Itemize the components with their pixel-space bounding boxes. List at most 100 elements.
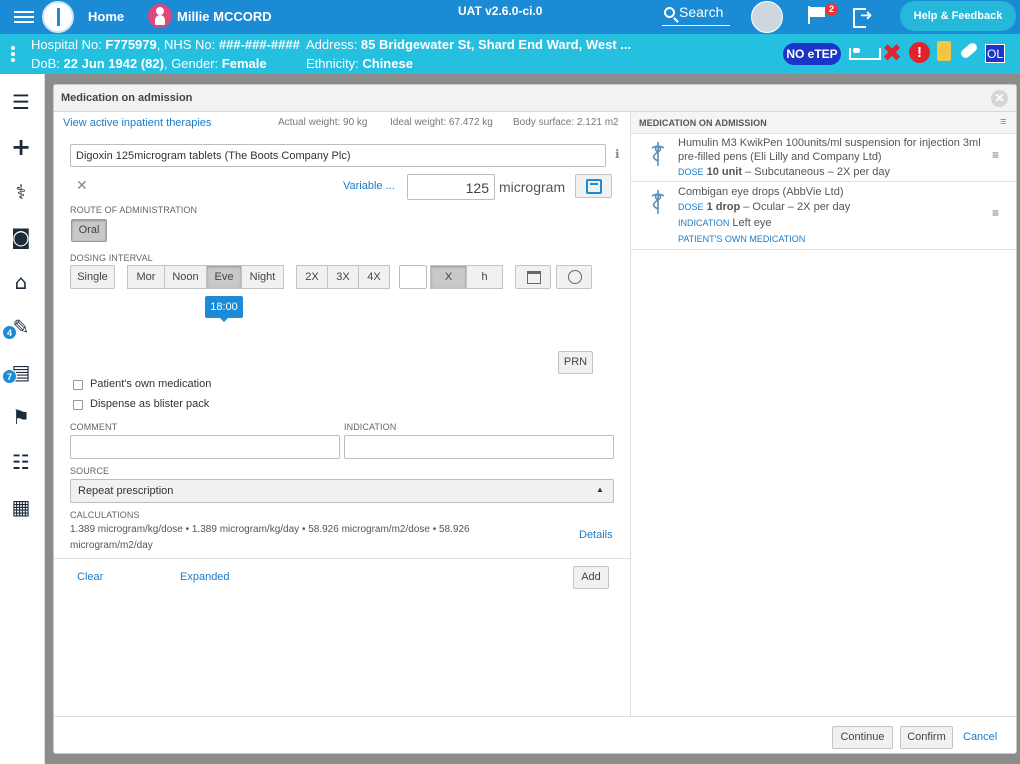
caduceus-icon bbox=[651, 142, 665, 166]
clear-drug-icon[interactable]: ✕ bbox=[76, 177, 88, 194]
home-link[interactable]: Home bbox=[88, 9, 124, 24]
ethnicity-line: Ethnicity: Chinese bbox=[306, 56, 413, 71]
discharge-icon[interactable]: ⚑ bbox=[8, 405, 34, 429]
source-select[interactable]: Repeat prescription ▲ bbox=[70, 479, 614, 503]
interval-x-button[interactable]: X bbox=[430, 265, 466, 289]
drag-handle-icon[interactable]: ≡ bbox=[992, 206, 999, 220]
prescribing-form: View active inpatient therapies Actual w… bbox=[54, 112, 630, 716]
alert-icon[interactable]: ! bbox=[909, 42, 930, 63]
patients-own-label: Patient's own medication bbox=[90, 378, 212, 390]
stethoscope-icon[interactable]: ⚕ bbox=[8, 180, 34, 204]
more-vertical-icon[interactable] bbox=[11, 46, 15, 64]
blister-pack-checkbox[interactable] bbox=[73, 400, 83, 410]
hamburger-menu-icon[interactable] bbox=[14, 8, 34, 26]
no-etep-badge[interactable]: NO eTEP bbox=[783, 43, 841, 65]
camera-icon[interactable]: ◙ bbox=[8, 225, 34, 249]
user-avatar[interactable] bbox=[751, 1, 783, 33]
flag-icon[interactable] bbox=[808, 6, 826, 24]
confirm-button[interactable]: Confirm bbox=[900, 726, 953, 749]
morning-button[interactable]: Mor bbox=[127, 265, 164, 289]
calculator-icon bbox=[586, 179, 602, 194]
calculator-button[interactable] bbox=[575, 174, 612, 198]
drug-name-value: Digoxin 125microgram tablets (The Boots … bbox=[76, 150, 351, 162]
caduceus-icon bbox=[651, 190, 665, 214]
patients-own-checkbox[interactable] bbox=[73, 380, 83, 390]
chevron-up-icon: ▲ bbox=[596, 485, 604, 494]
clear-link[interactable]: Clear bbox=[77, 571, 103, 583]
app-logo[interactable] bbox=[42, 1, 74, 33]
medication-item[interactable]: Humulin M3 KwikPen 100units/ml suspensio… bbox=[631, 134, 1016, 182]
calculations-label: CALCULATIONS bbox=[70, 510, 140, 520]
list-header-title: MEDICATION ON ADMISSION bbox=[639, 118, 767, 128]
dose-unit: microgram bbox=[499, 179, 566, 195]
building-icon[interactable]: ▦ bbox=[8, 495, 34, 519]
bed-icon[interactable] bbox=[849, 44, 881, 62]
calendar-icon bbox=[527, 271, 541, 284]
medication-admission-dialog: Medication on admission ✕ View active in… bbox=[53, 84, 1017, 754]
interval-unit-group: X h bbox=[430, 265, 503, 289]
noon-button[interactable]: Noon bbox=[164, 265, 206, 289]
single-dose-button[interactable]: Single bbox=[70, 265, 115, 289]
medication-dose: DOSE 10 unit – Subcutaneous – 2X per day bbox=[678, 166, 891, 178]
evening-button[interactable]: Eve bbox=[206, 265, 241, 289]
source-label: SOURCE bbox=[70, 466, 110, 476]
route-oral-button[interactable]: Oral bbox=[71, 219, 107, 242]
cancel-link[interactable]: Cancel bbox=[963, 731, 997, 743]
variable-dose-link[interactable]: Variable ... bbox=[343, 180, 395, 192]
dose-input[interactable]: 125 bbox=[407, 174, 495, 200]
schedule-button[interactable] bbox=[556, 265, 592, 289]
add-button[interactable]: Add bbox=[573, 566, 609, 589]
cross-icon[interactable]: ✖ bbox=[882, 39, 902, 67]
checklist-icon[interactable]: ☷ bbox=[8, 450, 34, 474]
continue-button[interactable]: Continue bbox=[832, 726, 893, 749]
interval-number-input[interactable] bbox=[399, 265, 427, 289]
drug-name-field[interactable]: Digoxin 125microgram tablets (The Boots … bbox=[70, 144, 606, 167]
freq-3x-button[interactable]: 3X bbox=[327, 265, 358, 289]
plus-icon[interactable]: + bbox=[8, 135, 34, 159]
comment-label: COMMENT bbox=[70, 422, 118, 432]
flag-count-badge: 2 bbox=[825, 3, 838, 16]
left-sidebar: ☰ + ⚕ ◙ ⌂ ✎ 4 ▤ 7 ⚑ ☷ ▦ bbox=[0, 74, 45, 764]
close-icon[interactable]: ✕ bbox=[991, 90, 1008, 107]
freq-4x-button[interactable]: 4X bbox=[358, 265, 390, 289]
details-link[interactable]: Details bbox=[579, 529, 613, 541]
freq-2x-button[interactable]: 2X bbox=[296, 265, 327, 289]
calendar-button[interactable] bbox=[515, 265, 551, 289]
calculations-line-1: 1.389 microgram/kg/dose • 1.389 microgra… bbox=[70, 524, 470, 535]
clipboard-icon[interactable] bbox=[937, 41, 951, 61]
ol-badge[interactable]: OL bbox=[985, 44, 1005, 63]
time-tooltip: 18:00 bbox=[205, 296, 243, 322]
help-feedback-button[interactable]: Help & Feedback bbox=[900, 1, 1016, 31]
blister-pack-label: Dispense as blister pack bbox=[90, 398, 210, 410]
prn-button[interactable]: PRN bbox=[558, 351, 593, 374]
night-button[interactable]: Night bbox=[241, 265, 284, 289]
dialog-header: Medication on admission ✕ bbox=[54, 85, 1016, 112]
logout-icon[interactable] bbox=[853, 6, 875, 28]
comment-input[interactable] bbox=[70, 435, 340, 459]
source-value: Repeat prescription bbox=[78, 485, 174, 497]
female-patient-icon bbox=[148, 4, 172, 28]
list-header: MEDICATION ON ADMISSION ≡ bbox=[631, 112, 1016, 134]
patient-name[interactable]: Millie MCCORD bbox=[177, 9, 272, 24]
notes-count-badge: 4 bbox=[2, 325, 17, 340]
indication-input[interactable] bbox=[344, 435, 614, 459]
expanded-link[interactable]: Expanded bbox=[180, 571, 230, 583]
body-surface: Body surface: 2.121 m2 bbox=[513, 117, 619, 128]
dialog-title: Medication on admission bbox=[61, 92, 193, 104]
pill-icon[interactable] bbox=[959, 41, 979, 60]
search-button[interactable]: Search bbox=[662, 4, 730, 26]
dosing-interval-label: DOSING INTERVAL bbox=[70, 253, 153, 263]
list-menu-icon[interactable]: ≡ bbox=[1000, 116, 1006, 128]
time-of-day-group: Mor Noon Eve Night bbox=[127, 265, 284, 289]
home-care-icon[interactable]: ⌂ bbox=[8, 270, 34, 294]
list-icon[interactable]: ☰ bbox=[8, 90, 34, 114]
patient-banner: Hospital No: F775979, NHS No: ###-###-##… bbox=[0, 34, 1020, 74]
medication-item[interactable]: Combigan eye drops (AbbVie Ltd) DOSE 1 d… bbox=[631, 182, 1016, 250]
drag-handle-icon[interactable]: ≡ bbox=[992, 148, 999, 162]
view-active-therapies-link[interactable]: View active inpatient therapies bbox=[63, 117, 211, 129]
search-label: Search bbox=[679, 4, 724, 20]
info-icon[interactable]: ℹ bbox=[615, 147, 620, 161]
interval-hours-button[interactable]: h bbox=[466, 265, 503, 289]
divider bbox=[54, 558, 630, 559]
frequency-group: 2X 3X 4X bbox=[296, 265, 390, 289]
